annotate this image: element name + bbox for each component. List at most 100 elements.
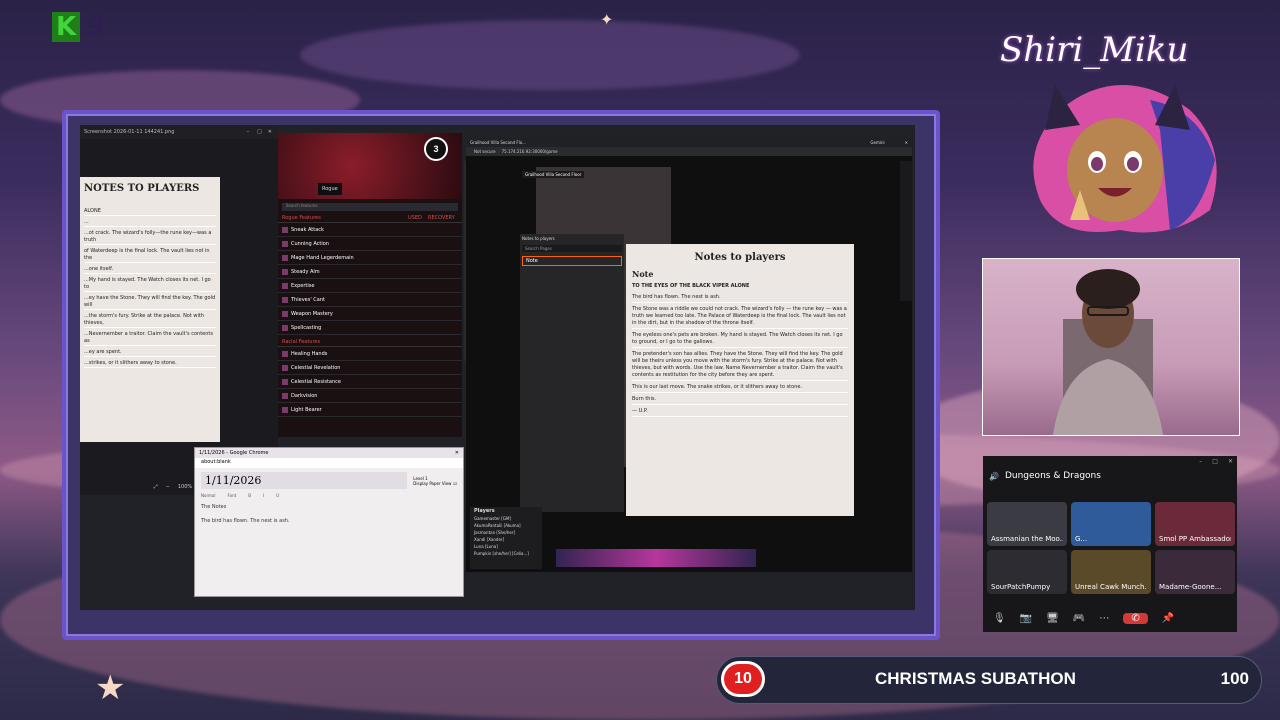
feature-row[interactable]: Light Bearer [278, 403, 462, 417]
participant-tile[interactable]: SourPatchPumpy [987, 550, 1067, 594]
feature-row[interactable]: Weapon Mastery [278, 307, 462, 321]
notepad-body-1: The Notes [201, 504, 227, 510]
feature-row[interactable]: Celestial Revelation [278, 361, 462, 375]
image-text-line: ...the storm's fury. Strike at the palac… [84, 313, 216, 328]
participant-tile[interactable]: G... [1071, 502, 1151, 546]
feature-row[interactable]: Steady Aim [278, 265, 462, 279]
image-text-line: ...ey are spent. [84, 349, 216, 357]
feature-name: Thieves' Cant [291, 296, 325, 303]
feature-row[interactable]: Mage Hand Legerdemain [278, 251, 462, 265]
character-sheet-window: 3 Rogue Search features Rogue Features U… [278, 133, 462, 437]
camera-icon[interactable]: 📷 [1020, 613, 1032, 624]
vtt-right-sidebar [900, 161, 912, 301]
italic-icon[interactable]: I [263, 493, 264, 498]
participant-name: Madame-Goone... [1159, 583, 1222, 591]
note-paragraph: The bird has flown. The nest is ash. [632, 294, 848, 303]
feature-search[interactable]: Search features [282, 203, 458, 211]
close-icon[interactable]: ✕ [268, 129, 272, 135]
subathon-goal: 100 [1220, 669, 1249, 688]
player-entry[interactable]: Gamemaster [GM] [470, 515, 542, 522]
feature-name: Mage Hand Legerdemain [291, 254, 354, 261]
note-subtitle: Note [632, 269, 654, 279]
underline-icon[interactable]: U [276, 493, 279, 498]
fit-icon[interactable]: ⤢ [154, 484, 158, 490]
screen-share-icon[interactable]: 🖥 [1046, 613, 1059, 624]
note-addressee: TO THE EYES OF THE BLACK VIPER ALONE [632, 283, 750, 289]
address-bar[interactable]: 75.174.216.92:30000/game [502, 149, 558, 154]
voice-icon: 🔊 [989, 471, 999, 481]
minimize-icon[interactable]: – [1199, 458, 1202, 465]
streamer-avatar [1000, 70, 1240, 250]
feature-row[interactable]: Cunning Action [278, 237, 462, 251]
close-icon[interactable]: ✕ [1228, 458, 1233, 465]
player-entry[interactable]: Pumpkin [she/her] [Celia...] [470, 550, 542, 557]
maximize-icon[interactable]: □ [257, 129, 262, 135]
feature-icon [282, 350, 288, 357]
zoom-out-icon[interactable]: − [166, 484, 170, 490]
image-text-line: ... [84, 219, 216, 227]
image-text-line: ...ey have the Stone. They will find the… [84, 295, 216, 310]
participant-tile[interactable]: Assmanian the Moo... [987, 502, 1067, 546]
journal-search[interactable]: Search Pages [522, 245, 622, 252]
image-heading: NOTES TO PLAYERS [84, 183, 200, 194]
feature-row[interactable]: Expertise [278, 279, 462, 293]
feature-row[interactable]: Celestial Resistance [278, 375, 462, 389]
character-name: Rogue [322, 186, 338, 192]
character-level-badge: 3 [424, 137, 448, 161]
note-paragraph: The eyeless one's pets are broken. My ha… [632, 332, 848, 348]
security-indicator[interactable]: Not secure [474, 149, 496, 154]
character-banner: 3 Rogue [278, 133, 462, 199]
player-entry[interactable]: Luna [Luna] [470, 543, 542, 550]
note-paragraph: — U.P. [632, 408, 848, 417]
feature-name: Cunning Action [291, 240, 329, 247]
macro-hotbar[interactable] [556, 549, 756, 567]
player-entry[interactable]: Xandi [Xander] [470, 536, 542, 543]
journal-entry[interactable]: Note [522, 256, 622, 266]
checkbox[interactable]: ☑ [453, 481, 457, 486]
image-text-line: ALONE [84, 208, 216, 216]
feature-name: Darkvision [291, 392, 318, 399]
note-paragraph: Burn this. [632, 396, 848, 405]
feature-row[interactable]: Healing Hands [278, 347, 462, 361]
col-used: USED [408, 215, 422, 221]
feature-name: Sneak Attack [291, 226, 324, 233]
feature-icon [282, 392, 288, 399]
players-header: Players [474, 508, 495, 514]
journal-title: Notes to players [522, 236, 555, 241]
bold-icon[interactable]: B [248, 493, 251, 498]
disconnect-button[interactable]: ✆ [1123, 613, 1148, 624]
zoom-level: 100% [177, 484, 193, 490]
close-icon[interactable]: ✕ [455, 450, 459, 456]
browser-tab[interactable]: Grailhood Villa Second Flo... [470, 140, 870, 145]
more-icon[interactable]: ⋯ [1099, 613, 1109, 624]
minimize-icon[interactable]: – [247, 129, 250, 135]
notepad-date-heading[interactable]: 1/11/2026 [201, 472, 408, 489]
desktop-capture: Screenshot 2026-01-11 144241.png – □ ✕ N… [80, 125, 915, 610]
feature-row[interactable]: Sneak Attack [278, 223, 462, 237]
note-page-title: Notes to players [694, 252, 786, 263]
activity-icon[interactable]: 🎮 [1073, 613, 1085, 624]
participant-tile[interactable]: Smol PP Ambassador [1155, 502, 1235, 546]
feature-row[interactable]: Spellcasting [278, 321, 462, 335]
participant-name: G... [1075, 535, 1088, 543]
notepad-url[interactable]: about:blank [195, 458, 463, 468]
format-select[interactable]: Normal [201, 493, 215, 498]
gemini-button[interactable]: Gemini [870, 140, 884, 145]
microphone-icon[interactable]: 🎙 [993, 613, 1006, 624]
participant-tile[interactable]: Unreal Cawk Munch... [1071, 550, 1151, 594]
feature-name: Weapon Mastery [291, 310, 333, 317]
pin-icon[interactable]: 📌 [1162, 613, 1174, 624]
font-select[interactable]: Font [227, 493, 236, 498]
feature-row[interactable]: Thieves' Cant [278, 293, 462, 307]
image-text-line: of Waterdeep is the final lock. The vaul… [84, 248, 216, 263]
star-icon: ✦ [600, 10, 614, 29]
maximize-icon[interactable]: □ [1212, 458, 1218, 465]
close-icon[interactable]: ✕ [905, 140, 908, 145]
participant-tile[interactable]: Madame-Goone... [1155, 550, 1235, 594]
player-entry[interactable]: AkumaPantalii [Akuma] [470, 522, 542, 529]
feature-row[interactable]: Darkvision [278, 389, 462, 403]
player-entry[interactable]: Jasmontan [She/her] [470, 529, 542, 536]
scene-name: Grailhood Villa Second Floor [522, 171, 585, 178]
note-paragraph: The pretender's son has allies. They hav… [632, 351, 848, 381]
feature-icon [282, 226, 288, 233]
